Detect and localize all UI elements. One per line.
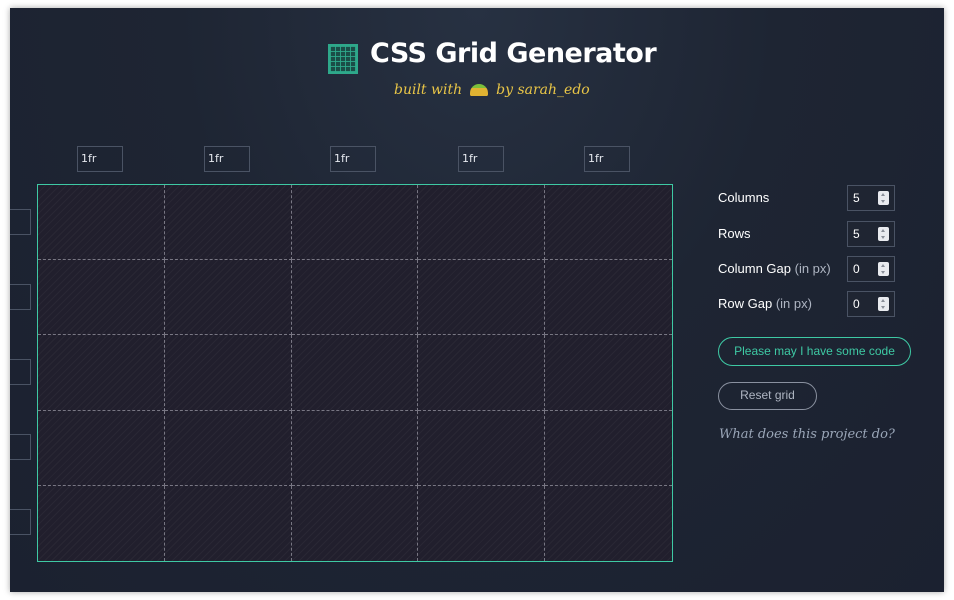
column-size-input[interactable]: 1fr [330,146,376,172]
row-gap-label-text: Row Gap [718,296,773,311]
reset-grid-button[interactable]: Reset grid [718,382,817,410]
column-size-input[interactable]: 1fr [458,146,504,172]
tagline: built with by sarah_edo [394,82,590,98]
columns-label: Columns [718,190,770,205]
taco-icon [470,84,489,96]
page-title: CSS Grid Generator [370,38,657,69]
row-size-input[interactable] [10,509,31,535]
rows-label: Rows [718,226,751,241]
get-code-button[interactable]: Please may I have some code [718,337,911,366]
grid-cell[interactable] [418,335,546,411]
column-size-input[interactable]: 1fr [204,146,250,172]
column-size-input[interactable]: 1fr [584,146,630,172]
grid-cell[interactable] [545,185,672,261]
column-gap-stepper[interactable]: 0 [847,256,895,282]
row-size-input[interactable] [10,434,31,460]
columns-stepper[interactable]: 5 [847,185,895,211]
grid-logo-icon [328,44,358,74]
grid-cell[interactable] [164,335,292,411]
columns-value: 5 [853,191,860,205]
grid-cell[interactable] [545,335,672,411]
row-gap-label: Row Gap (in px) [718,296,812,311]
grid-cell[interactable] [545,260,672,336]
column-gap-value: 0 [853,262,860,276]
spinner-icon[interactable] [878,191,889,205]
grid-cell[interactable] [545,486,672,561]
column-size-input[interactable]: 1fr [77,146,123,172]
grid-area[interactable] [37,184,673,562]
app-window: CSS Grid Generator built with by sarah_ed… [10,8,944,592]
row-size-input[interactable] [10,209,31,235]
row-gap-unit: (in px) [775,296,812,311]
row-size-input[interactable] [10,359,31,385]
grid-cell[interactable] [164,260,292,336]
rows-value: 5 [853,227,860,241]
grid-cell[interactable] [164,185,292,261]
project-info-link[interactable]: What does this project do? [719,427,895,442]
grid-cell[interactable] [165,485,292,561]
grid-cell[interactable] [291,185,419,261]
grid-cell[interactable] [38,335,165,411]
grid-cell[interactable] [291,410,419,486]
tagline-prefix: built with [394,82,463,98]
grid-cell[interactable] [291,260,419,336]
grid-cell[interactable] [38,485,165,561]
grid-cell[interactable] [418,185,546,261]
grid-cell[interactable] [38,185,165,261]
spinner-icon[interactable] [878,227,889,241]
grid-cell[interactable] [418,485,546,561]
column-gap-label-text: Column Gap [718,261,791,276]
tagline-author-link[interactable]: by sarah_edo [496,82,590,98]
column-gap-unit: (in px) [794,261,831,276]
grid-cell[interactable] [291,335,419,411]
spinner-icon[interactable] [878,262,889,276]
grid-cell[interactable] [164,410,292,486]
grid-cell[interactable] [418,410,546,486]
rows-stepper[interactable]: 5 [847,221,895,247]
row-size-input[interactable] [10,284,31,310]
grid-cell[interactable] [545,411,672,486]
row-gap-stepper[interactable]: 0 [847,291,895,317]
row-gap-value: 0 [853,297,860,311]
grid-cell[interactable] [38,410,165,486]
spinner-icon[interactable] [878,297,889,311]
grid-cell[interactable] [38,260,165,336]
grid-cell[interactable] [418,260,546,336]
column-gap-label: Column Gap (in px) [718,261,831,276]
grid-cell[interactable] [292,485,419,561]
header: CSS Grid Generator built with by sarah_ed… [10,8,944,118]
